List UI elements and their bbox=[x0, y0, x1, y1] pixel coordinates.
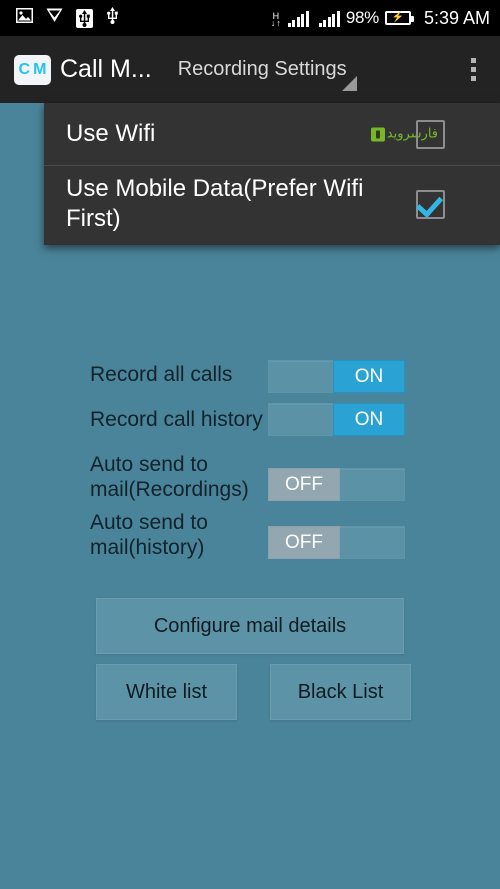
toggle-state-label: ON bbox=[333, 360, 405, 393]
status-bar-left-icons bbox=[15, 7, 119, 29]
overflow-dot-3 bbox=[471, 76, 476, 81]
dropdown-item-label: Use Mobile Data(Prefer Wifi First) bbox=[66, 175, 364, 232]
overflow-dot-1 bbox=[471, 58, 476, 63]
white-list-button[interactable]: White list bbox=[96, 664, 237, 720]
hspa-indicator: H ↓ ↑ bbox=[270, 9, 281, 28]
spinner-dropdown-panel: Use Wifi فارسروید Use Mobile Data(Prefer… bbox=[44, 103, 500, 245]
toggle-record-call-history[interactable]: ON bbox=[268, 403, 405, 436]
list-buttons-row: White list Black List bbox=[96, 664, 500, 720]
status-bar: H ↓ ↑ 98% ⚡ 5:39 AM bbox=[0, 0, 500, 36]
setting-label: Record all calls bbox=[90, 363, 233, 386]
setting-row-auto-send-recordings: Auto send to mail(Recordings) OFF bbox=[0, 448, 500, 502]
toggle-auto-send-recordings[interactable]: OFF bbox=[268, 468, 405, 501]
usb-icon bbox=[106, 7, 119, 29]
black-list-button[interactable]: Black List bbox=[270, 664, 411, 720]
battery-percent-label: 98% bbox=[345, 8, 379, 27]
data-arrows-icon: ↓ ↑ bbox=[270, 18, 281, 28]
overflow-dot-2 bbox=[471, 67, 476, 72]
app-logo-icon: C M bbox=[14, 54, 51, 85]
setting-row-record-call-history: Record call history ON bbox=[0, 403, 500, 436]
recording-settings-spinner[interactable]: Recording Settings bbox=[178, 36, 357, 103]
checkbox-use-mobile-data[interactable] bbox=[416, 189, 445, 219]
spinner-caret-icon bbox=[341, 76, 357, 91]
status-bar-right: H ↓ ↑ 98% ⚡ 5:39 AM bbox=[271, 8, 490, 29]
download-chevron-icon bbox=[46, 8, 63, 28]
dropdown-item-use-wifi[interactable]: Use Wifi فارسروید bbox=[44, 103, 500, 165]
logo-letter-c: C bbox=[18, 60, 31, 78]
action-bar: C M Call M... Recording Settings bbox=[0, 36, 500, 103]
spinner-label: Recording Settings bbox=[177, 58, 347, 80]
checkbox-use-wifi[interactable] bbox=[416, 119, 445, 149]
setting-row-auto-send-history: Auto send to mail(history) OFF bbox=[0, 506, 500, 560]
toggle-state-label: ON bbox=[333, 403, 405, 436]
phone-screen: H ↓ ↑ 98% ⚡ 5:39 AM C M Call M... Record… bbox=[0, 0, 500, 889]
clock-label: 5:39 AM bbox=[423, 7, 490, 28]
toggle-state-label: OFF bbox=[268, 468, 340, 501]
dropdown-item-label: Use Wifi bbox=[66, 120, 156, 147]
setting-row-record-all-calls: Record all calls ON bbox=[0, 358, 500, 393]
signal-bars-sim2-icon bbox=[318, 10, 340, 27]
setting-label: Auto send to mail(Recordings) bbox=[90, 453, 249, 501]
usb-connected-icon bbox=[76, 8, 93, 28]
battery-charging-icon: ⚡ bbox=[384, 11, 414, 25]
app-title: Call M... bbox=[60, 55, 152, 83]
setting-label: Auto send to mail(history) bbox=[90, 511, 208, 559]
toggle-auto-send-history[interactable]: OFF bbox=[268, 526, 405, 559]
dropdown-item-use-mobile-data[interactable]: Use Mobile Data(Prefer Wifi First) bbox=[44, 166, 500, 242]
overflow-menu-button[interactable] bbox=[467, 54, 480, 85]
action-buttons: Configure mail details White list Black … bbox=[0, 598, 500, 720]
logo-letter-m: M bbox=[33, 60, 47, 78]
toggle-record-all-calls[interactable]: ON bbox=[268, 360, 405, 393]
watermark-badge-icon bbox=[370, 127, 385, 141]
configure-mail-details-button[interactable]: Configure mail details bbox=[96, 598, 404, 654]
signal-bars-sim1-icon bbox=[287, 10, 309, 27]
settings-list: Record all calls ON Record call history … bbox=[0, 358, 500, 564]
image-icon bbox=[15, 7, 34, 28]
toggle-state-label: OFF bbox=[268, 526, 340, 559]
setting-label: Record call history bbox=[90, 408, 263, 431]
